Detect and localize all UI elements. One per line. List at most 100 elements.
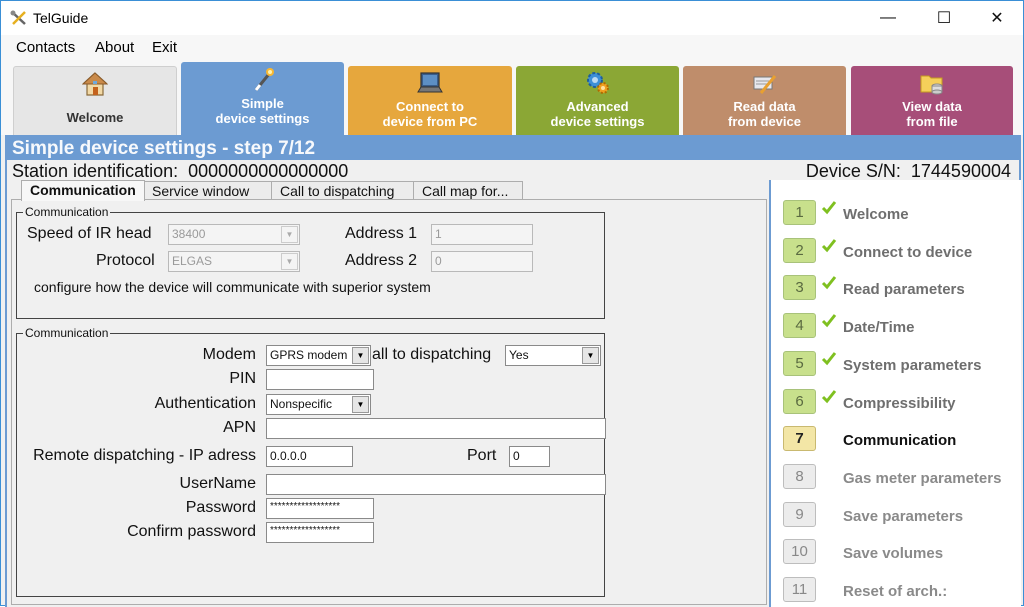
checkmark-icon (821, 276, 837, 290)
modem-select[interactable]: GPRS modem ▼ (266, 345, 371, 366)
confirm-password-input[interactable]: ****************** (266, 522, 374, 543)
modem-value: GPRS modem (270, 348, 348, 362)
step-item[interactable]: 6 Compressibility (783, 388, 1019, 415)
step-item[interactable]: 11 Reset of arch.: (783, 577, 1019, 603)
protocol-value: ELGAS (172, 254, 213, 268)
step-item[interactable]: 4 Date/Time (783, 313, 1019, 339)
protocol-select[interactable]: ELGAS ▼ (168, 251, 300, 272)
step-number: 4 (783, 313, 816, 339)
address1-input[interactable]: 1 (431, 224, 533, 245)
step-number: 6 (783, 388, 816, 414)
serial-value: 1744590004 (910, 161, 1011, 181)
step-list: 1 Welcome 2 Connect to device 3 Read paramete… (771, 180, 1021, 607)
step-label: Gas meter parameters (843, 469, 1002, 487)
apn-input[interactable] (266, 418, 606, 439)
step-label: Date/Time (843, 319, 915, 337)
ribbon-tab-advanced[interactable]: Advanced device settings (516, 66, 679, 136)
ribbon-tab-connect[interactable]: Connect to device from PC (348, 66, 512, 136)
ribbon-tab-view-data[interactable]: View data from file (851, 66, 1013, 136)
menu-contacts[interactable]: Contacts (16, 39, 75, 56)
username-input[interactable] (266, 474, 606, 495)
speed-label: Speed of IR head (27, 225, 152, 242)
minimize-button[interactable]: — (865, 1, 911, 35)
station-value: 0000000000000000 (188, 161, 349, 181)
port-input[interactable]: 0 (509, 446, 550, 467)
step-item[interactable]: 9 Save parameters (783, 501, 1019, 528)
username-label: UserName (179, 475, 256, 492)
info-bar: Station identification: 0000000000000000… (7, 160, 1019, 181)
window-title: TelGuide (33, 10, 89, 26)
ribbon-tab-welcome[interactable]: Welcome (13, 66, 177, 136)
speed-select[interactable]: 38400 ▼ (168, 224, 300, 245)
step-label: Connect to device (843, 243, 973, 261)
step-item[interactable]: 2 Connect to device (783, 237, 1019, 264)
menu-bar: Contacts About Exit (1, 35, 1023, 59)
ribbon-tab-simple-settings[interactable]: Simple device settings (181, 62, 344, 136)
step-item[interactable]: 3 Read parameters (783, 275, 1019, 301)
tab-page-communication: Communication Speed of IR head 38400 ▼ P… (11, 199, 767, 605)
port-label: Port (467, 447, 497, 464)
apn-label: APN (223, 419, 256, 436)
step-label: Read parameters (843, 281, 965, 299)
step-item[interactable]: 8 Gas meter parameters (783, 463, 1019, 490)
ribbon: Welcome Simple device settings Connect to… (1, 59, 1023, 136)
authentication-select[interactable]: Nonspecific ▼ (266, 394, 371, 415)
chevron-down-icon: ▼ (281, 226, 298, 243)
step-label: Compressibility (843, 394, 956, 412)
maximize-icon: ☐ (936, 10, 952, 27)
step-number: 2 (783, 237, 816, 263)
close-button[interactable]: ✕ (974, 1, 1020, 35)
ribbon-tab-label: View data (902, 99, 962, 114)
close-icon: ✕ (990, 10, 1004, 27)
ribbon-tab-label: device settings (550, 114, 645, 129)
laptop-icon (417, 72, 443, 93)
checkmark-icon (821, 351, 837, 366)
step-item[interactable]: 7 Communication (783, 426, 1019, 452)
tools-icon (10, 10, 26, 25)
tab-communication[interactable]: Communication (21, 180, 145, 201)
ribbon-tab-label: from file (906, 114, 958, 129)
menu-about[interactable]: About (95, 39, 134, 56)
step-label: Welcome (843, 206, 909, 223)
maximize-button[interactable]: ☐ (921, 1, 967, 35)
read-pencil-icon (753, 75, 776, 94)
password-label: Password (185, 499, 256, 516)
gears-icon (586, 72, 609, 94)
group-communication-ir: Communication Speed of IR head 38400 ▼ P… (16, 205, 605, 319)
step-number: 1 (783, 200, 816, 225)
step-item[interactable]: 10 Save volumes (783, 539, 1019, 565)
content-frame: Simple device settings - step 7/12 Stati… (5, 135, 1021, 607)
address2-input[interactable]: 0 (431, 251, 533, 272)
step-number: 10 (783, 539, 816, 565)
group-description: configure how the device will communicat… (34, 279, 431, 295)
confirm-password-label: Confirm password (127, 523, 256, 540)
title-bar: TelGuide — ☐ ✕ (1, 1, 1023, 35)
step-label: Communication (843, 432, 957, 450)
ribbon-tab-read-data[interactable]: Read data from device (683, 66, 846, 136)
step-label: System parameters (843, 356, 982, 374)
pin-input[interactable] (266, 369, 374, 390)
menu-exit[interactable]: Exit (152, 39, 177, 56)
ribbon-tab-label: Simple (241, 96, 284, 111)
settings-area: Communication Service window Call to dis… (7, 180, 769, 607)
tab-call-to-dispatching[interactable]: Call to dispatching (271, 181, 415, 200)
chevron-down-icon: ▼ (352, 396, 369, 413)
ip-address-input[interactable]: 0.0.0.0 (266, 446, 353, 467)
tab-service-window[interactable]: Service window (143, 181, 273, 200)
chevron-down-icon: ▼ (352, 347, 369, 364)
step-number: 9 (783, 501, 816, 527)
step-item[interactable]: 1 Welcome (783, 200, 1019, 226)
step-number: 8 (783, 463, 816, 489)
step-item[interactable]: 5 System parameters (783, 350, 1019, 377)
tab-call-map[interactable]: Call map for... (413, 181, 523, 200)
ribbon-tab-label: Connect to (396, 99, 464, 114)
minimize-icon: — (880, 9, 896, 26)
call-to-dispatching-select[interactable]: Yes ▼ (505, 345, 601, 366)
checkmark-icon (821, 201, 837, 215)
password-input[interactable]: ****************** (266, 498, 374, 519)
house-icon (82, 72, 108, 96)
ribbon-tab-label: Read data (733, 99, 796, 114)
checkmark-icon (821, 238, 837, 252)
speed-value: 38400 (172, 227, 206, 241)
ip-address-label: Remote dispatching - IP adress (33, 447, 256, 464)
